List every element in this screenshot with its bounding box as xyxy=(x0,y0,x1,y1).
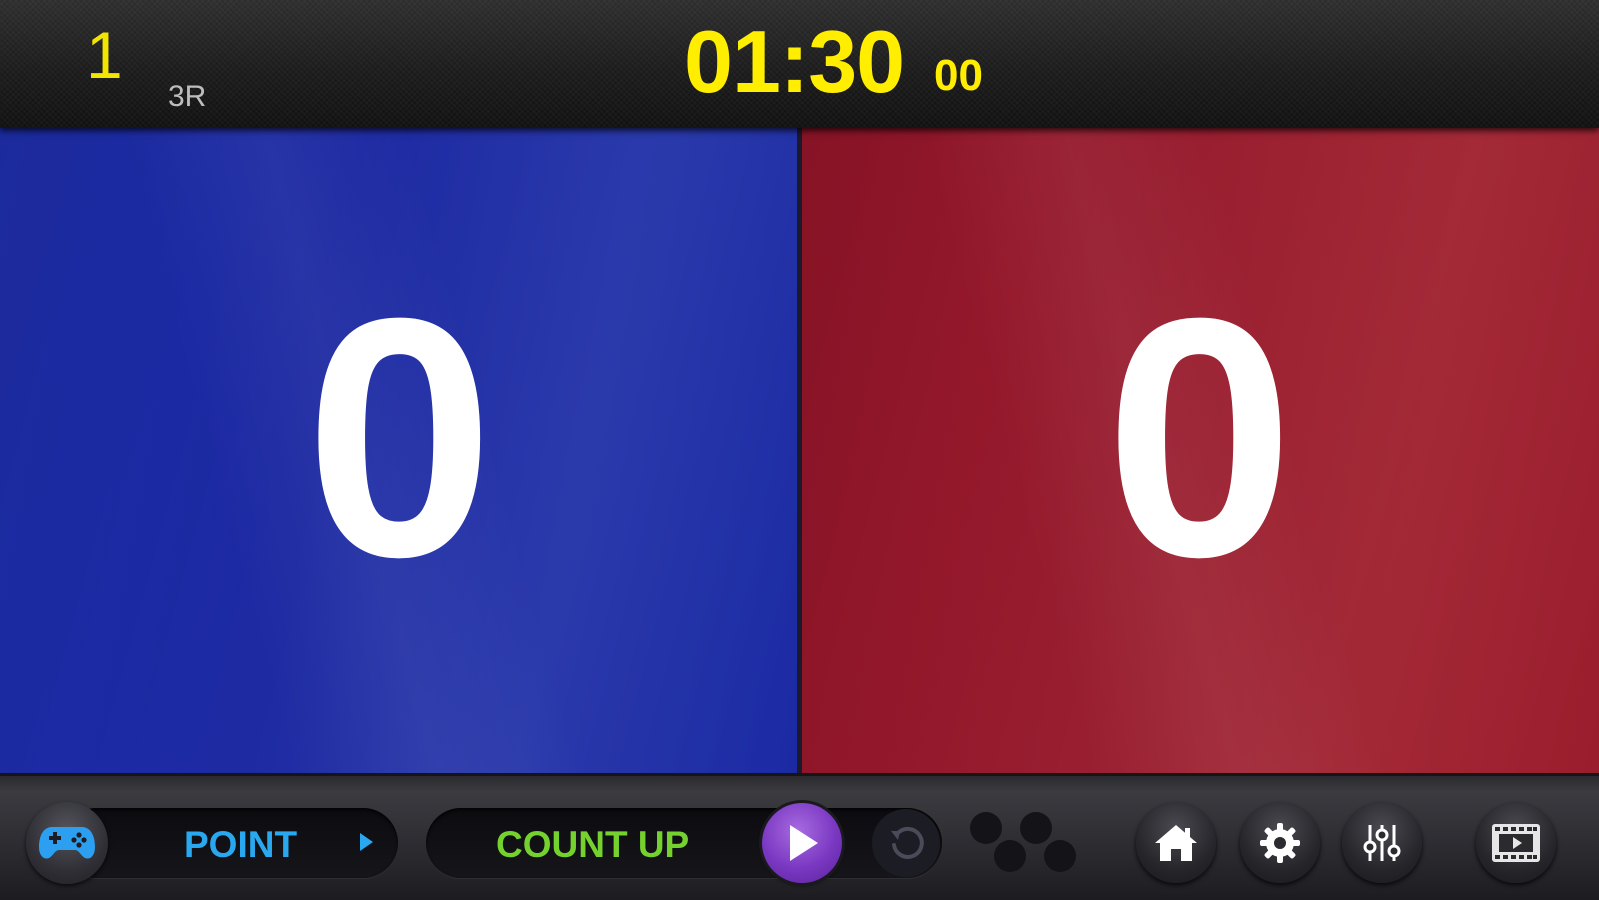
red-score[interactable]: 0 xyxy=(800,268,1599,608)
gamepad-button[interactable] xyxy=(26,802,108,884)
timer-mode-selector[interactable]: COUNT UP xyxy=(426,808,942,878)
home-icon xyxy=(1155,825,1197,861)
round-indicator[interactable]: 3R xyxy=(168,82,206,112)
adjustments-button[interactable] xyxy=(1342,803,1422,883)
gear-icon xyxy=(1260,823,1300,863)
period-number[interactable]: 1 xyxy=(86,22,123,88)
timer-mode-label: COUNT UP xyxy=(496,824,690,865)
home-button[interactable] xyxy=(1136,803,1216,883)
game-timer[interactable]: 01:30 xyxy=(684,18,905,106)
media-button[interactable] xyxy=(1476,803,1556,883)
chevron-right-icon xyxy=(360,833,373,851)
panel-divider xyxy=(797,128,802,773)
settings-button[interactable] xyxy=(1240,803,1320,883)
score-mode-label: POINT xyxy=(184,824,298,865)
timer-fraction: 00 xyxy=(934,51,983,100)
dots-icon[interactable] xyxy=(970,812,1100,882)
reset-icon xyxy=(891,826,924,859)
top-bar: 1 3R 01:30 00 xyxy=(0,0,1599,128)
mixer-icon xyxy=(1363,825,1401,861)
gamepad-icon xyxy=(39,827,95,859)
score-mode-selector[interactable]: POINT xyxy=(62,808,398,878)
media-icon xyxy=(1492,824,1540,862)
red-score-panel[interactable]: 0 xyxy=(800,128,1599,773)
scoreboard-screen: 1 3R 01:30 00 0 0 POINT COUNT UP xyxy=(0,0,1599,900)
play-button[interactable] xyxy=(762,803,842,883)
reset-button[interactable] xyxy=(872,809,940,877)
bottom-toolbar: POINT COUNT UP xyxy=(0,773,1599,900)
blue-score-panel[interactable]: 0 xyxy=(0,128,799,773)
blue-score[interactable]: 0 xyxy=(0,268,799,608)
play-icon xyxy=(790,825,818,861)
